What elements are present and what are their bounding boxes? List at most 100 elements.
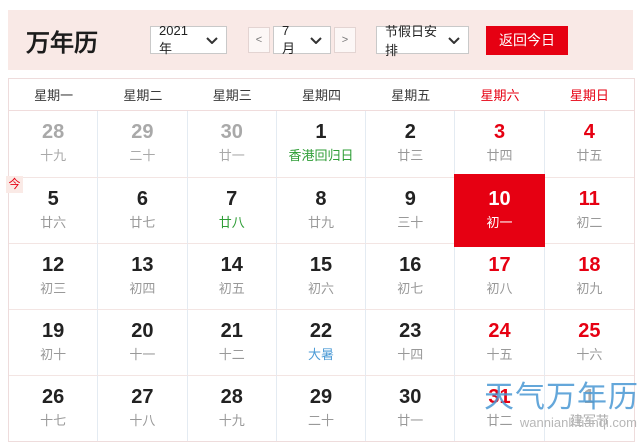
month-select-value: 7月: [282, 23, 302, 57]
calendar-cell[interactable]: 15初六: [277, 243, 366, 309]
day-number: 29: [98, 120, 186, 144]
day-number: 3: [455, 120, 543, 144]
day-number: 8: [277, 187, 365, 211]
calendar-cell[interactable]: 17初八: [455, 243, 544, 309]
calendar-cell[interactable]: 3廿四: [455, 111, 544, 177]
day-number: 22: [277, 319, 365, 343]
lunar-label: 廿七: [98, 213, 186, 233]
calendar-cell[interactable]: 27十八: [98, 375, 187, 441]
lunar-label: 十九: [188, 411, 276, 431]
day-number: 21: [188, 319, 276, 343]
calendar-cell[interactable]: 1香港回归日: [277, 111, 366, 177]
calendar-cell[interactable]: 30廿一: [366, 375, 455, 441]
chevron-down-icon: [310, 37, 322, 44]
day-number: 20: [98, 319, 186, 343]
lunar-label: 二十: [277, 411, 365, 431]
holiday-select-value: 节假日安排: [385, 21, 440, 59]
calendar-cell[interactable]: 7廿八: [188, 177, 277, 243]
calendar-cell[interactable]: 24十五: [455, 309, 544, 375]
day-number: 31: [455, 385, 543, 409]
back-to-today-button[interactable]: 返回今日: [486, 26, 568, 55]
chevron-down-icon: [206, 37, 218, 44]
calendar-cell[interactable]: 23十四: [366, 309, 455, 375]
day-number: 13: [98, 253, 186, 277]
year-select[interactable]: 2021年: [150, 26, 227, 54]
day-number: 17: [455, 253, 543, 277]
day-number: 29: [277, 385, 365, 409]
calendar-cell[interactable]: 18初九: [545, 243, 634, 309]
calendar-cell[interactable]: 6廿七: [98, 177, 187, 243]
weekday-header: 星期一: [9, 85, 98, 104]
lunar-label: 廿五: [545, 146, 634, 166]
day-number: 19: [9, 319, 97, 343]
calendar-cell[interactable]: 29二十: [98, 111, 187, 177]
calendar-cell[interactable]: 13初四: [98, 243, 187, 309]
day-number: 10: [455, 187, 543, 211]
calendar-cell[interactable]: 20十一: [98, 309, 187, 375]
lunar-label: 初三: [9, 279, 97, 299]
calendar-cell[interactable]: 29二十: [277, 375, 366, 441]
today-marker: 今: [6, 176, 23, 193]
day-number: 24: [455, 319, 543, 343]
prev-month-button[interactable]: <: [248, 27, 270, 53]
lunar-label: 初九: [545, 279, 634, 299]
lunar-label: 廿四: [455, 146, 543, 166]
calendar-cell[interactable]: 12初三: [9, 243, 98, 309]
calendar-grid: 28十九29二十30廿一1香港回归日2廿三3廿四4廿五5廿六6廿七7廿八8廿九9…: [9, 111, 634, 441]
calendar-cell[interactable]: 1建军节: [545, 375, 634, 441]
lunar-label: 廿二: [455, 411, 543, 431]
calendar-cell[interactable]: 16初七: [366, 243, 455, 309]
lunar-label: 初六: [277, 279, 365, 299]
page-title: 万年历: [26, 23, 98, 58]
weekday-header: 星期五: [366, 85, 455, 104]
weekday-header: 星期日: [545, 85, 634, 104]
topbar: 万年历 2021年 < 7月 > 节假日安排 返回今日: [8, 10, 633, 70]
lunar-label: 二十: [98, 146, 186, 166]
calendar-cell[interactable]: 22大暑: [277, 309, 366, 375]
lunar-label: 十四: [366, 345, 454, 365]
lunar-label: 廿六: [9, 213, 97, 233]
day-number: 1: [277, 120, 365, 144]
calendar-cell[interactable]: 14初五: [188, 243, 277, 309]
next-month-button[interactable]: >: [334, 27, 356, 53]
day-number: 14: [188, 253, 276, 277]
lunar-label: 初二: [545, 213, 634, 233]
day-number: 28: [188, 385, 276, 409]
day-number: 30: [188, 120, 276, 144]
day-number: 2: [366, 120, 454, 144]
calendar-cell[interactable]: 30廿一: [188, 111, 277, 177]
lunar-label: 廿八: [188, 213, 276, 233]
day-number: 26: [9, 385, 97, 409]
calendar-cell[interactable]: 2廿三: [366, 111, 455, 177]
calendar-cell[interactable]: 4廿五: [545, 111, 634, 177]
month-select[interactable]: 7月: [273, 26, 331, 54]
weekday-header: 星期四: [277, 85, 366, 104]
holiday-select[interactable]: 节假日安排: [376, 26, 469, 54]
calendar-cell[interactable]: 26十七: [9, 375, 98, 441]
lunar-label: 十二: [188, 345, 276, 365]
lunar-label: 大暑: [277, 345, 365, 365]
lunar-label: 廿三: [366, 146, 454, 166]
lunar-label: 建军节: [545, 411, 634, 431]
lunar-label: 三十: [366, 213, 454, 233]
calendar-table: 星期一星期二星期三星期四星期五星期六星期日 28十九29二十30廿一1香港回归日…: [8, 78, 635, 442]
calendar-cell[interactable]: 10初一: [455, 177, 544, 243]
day-number: 23: [366, 319, 454, 343]
calendar-cell[interactable]: 9三十: [366, 177, 455, 243]
calendar-cell[interactable]: 28十九: [188, 375, 277, 441]
calendar-cell[interactable]: 11初二: [545, 177, 634, 243]
calendar-cell[interactable]: 21十二: [188, 309, 277, 375]
calendar-cell[interactable]: 8廿九: [277, 177, 366, 243]
lunar-label: 初五: [188, 279, 276, 299]
calendar-cell[interactable]: 25十六: [545, 309, 634, 375]
weekday-header: 星期六: [455, 85, 544, 104]
calendar-cell[interactable]: 19初十: [9, 309, 98, 375]
day-number: 12: [9, 253, 97, 277]
lunar-label: 十八: [98, 411, 186, 431]
day-number: 27: [98, 385, 186, 409]
calendar-cell[interactable]: 28十九: [9, 111, 98, 177]
lunar-label: 初十: [9, 345, 97, 365]
calendar-cell[interactable]: 31廿二: [455, 375, 544, 441]
lunar-label: 初一: [455, 213, 543, 233]
day-number: 1: [545, 385, 634, 409]
